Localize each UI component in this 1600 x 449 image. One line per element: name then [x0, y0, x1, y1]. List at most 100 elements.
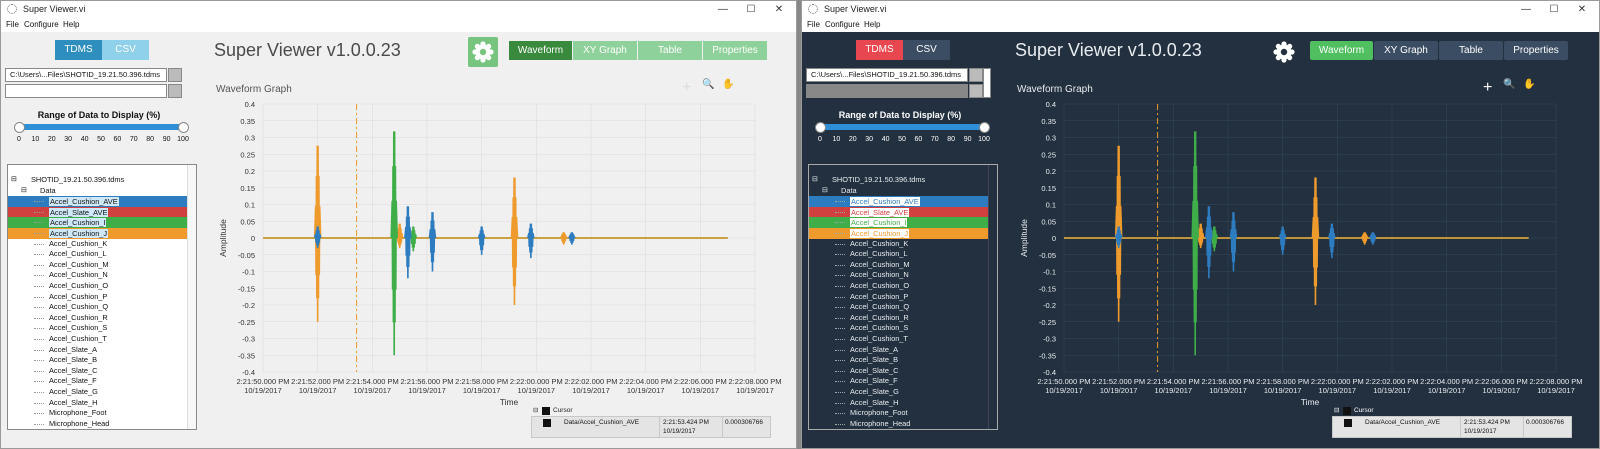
tree-channel-item[interactable]: Accel_Cushion_P — [8, 292, 196, 303]
tree-channel-item[interactable]: Accel_Cushion_I — [8, 217, 196, 228]
maximize-icon[interactable]: ☐ — [738, 2, 764, 18]
tree-group-node[interactable]: ⊟ Data — [809, 186, 997, 197]
tree-channel-item[interactable]: Accel_Slate_C — [809, 366, 997, 377]
tree-channel-item[interactable]: Accel_Slate_F — [8, 376, 196, 387]
tree-channel-item[interactable]: Accel_Cushion_J — [809, 228, 997, 239]
tree-channel-item[interactable]: Accel_Cushion_R — [809, 313, 997, 324]
expand-icon[interactable]: ⊟ — [11, 175, 17, 186]
file-path-field[interactable]: C:\Users\...Files\SHOTID_19.21.50.396.td… — [806, 68, 968, 82]
tree-channel-item[interactable]: Accel_Cushion_S — [809, 323, 997, 334]
cursor-row[interactable]: Data/Accel_Cushion_AVE 2:21:53.424 PM 10/1… — [1332, 416, 1572, 438]
waveform-graph[interactable]: 0.4 0.35 0.3 0.25 0.2 0.15 0.1 0.05 0 -0.05 -0.1 -0… — [201, 99, 781, 407]
range-slider-track[interactable] — [19, 124, 183, 130]
close-icon[interactable]: ✕ — [766, 2, 792, 18]
tab-waveform[interactable]: Waveform — [1310, 41, 1373, 60]
file-path-field-2[interactable] — [806, 84, 968, 98]
tree-channel-item[interactable]: Accel_Cushion_S — [8, 323, 196, 334]
tab-table[interactable]: Table — [1439, 41, 1503, 60]
menu-file[interactable]: File — [807, 20, 820, 29]
tab-waveform[interactable]: Waveform — [509, 41, 572, 60]
tree-channel-item[interactable]: Accel_Cushion_N — [809, 270, 997, 281]
tree-channel-item[interactable]: Accel_Slate_AVE — [809, 206, 997, 218]
file-path-field[interactable]: C:\Users\...Files\SHOTID_19.21.50.396.td… — [5, 68, 167, 82]
folder-browse-icon[interactable] — [969, 68, 983, 82]
crosshair-icon[interactable]: + — [1483, 79, 1492, 97]
pan-icon[interactable]: ✋ — [1523, 79, 1535, 90]
menu-help[interactable]: Help — [63, 20, 79, 29]
tab-properties[interactable]: Properties — [1504, 41, 1568, 60]
pan-icon[interactable]: ✋ — [722, 79, 734, 90]
maximize-icon[interactable]: ☐ — [1541, 2, 1567, 18]
tree-channel-item[interactable]: Accel_Slate_H — [809, 398, 997, 409]
tree-scrollbar[interactable] — [187, 165, 196, 429]
range-slider-track[interactable] — [820, 124, 984, 130]
tree-channel-item[interactable]: Accel_Cushion_L — [8, 249, 196, 260]
tree-channel-item[interactable]: Accel_Cushion_J — [8, 228, 196, 239]
minimize-icon[interactable]: — — [1513, 2, 1539, 18]
tdms-toggle[interactable]: TDMS — [856, 40, 903, 60]
tree-channel-item[interactable]: Accel_Cushion_O — [809, 281, 997, 292]
waveform-graph[interactable]: 0.4 0.35 0.3 0.25 0.2 0.15 0.1 0.05 0 -0.05 -0.1 -0… — [1002, 99, 1582, 407]
tree-channel-item[interactable]: Accel_Slate_G — [8, 387, 196, 398]
expand-icon[interactable]: ⊟ — [1334, 406, 1339, 414]
tree-channel-item[interactable]: Accel_Cushion_M — [809, 260, 997, 271]
menu-configure[interactable]: Configure — [825, 20, 860, 29]
tree-channel-item[interactable]: Accel_Slate_A — [809, 345, 997, 356]
tree-channel-item[interactable]: Accel_Cushion_T — [809, 334, 997, 345]
gear-icon[interactable] — [468, 37, 498, 67]
tdms-toggle[interactable]: TDMS — [55, 40, 102, 60]
tree-channel-item[interactable]: Accel_Cushion_I — [809, 217, 997, 228]
gear-icon[interactable] — [1269, 37, 1299, 67]
tree-channel-item[interactable]: Accel_Cushion_Q — [809, 302, 997, 313]
tree-scrollbar[interactable] — [988, 165, 997, 429]
tree-channel-item[interactable]: Accel_Cushion_K — [8, 239, 196, 250]
range-max-handle[interactable] — [979, 121, 990, 133]
close-icon[interactable]: ✕ — [1569, 2, 1595, 18]
tree-channel-item[interactable]: Microphone_Foot — [8, 408, 196, 419]
menu-help[interactable]: Help — [864, 20, 880, 29]
tab-table[interactable]: Table — [638, 41, 702, 60]
file-path-field-2[interactable] — [5, 84, 167, 98]
tree-channel-item[interactable]: Accel_Cushion_AVE — [809, 196, 997, 207]
cursor-row[interactable]: Data/Accel_Cushion_AVE 2:21:53.424 PM 10/1… — [531, 416, 771, 438]
tree-channel-item[interactable]: Accel_Cushion_T — [8, 334, 196, 345]
tree-channel-item[interactable]: Microphone_Head — [8, 419, 196, 429]
tree-channel-item[interactable]: Accel_Cushion_P — [809, 292, 997, 303]
tree-channel-item[interactable]: Accel_Slate_G — [809, 387, 997, 398]
tree-channel-item[interactable]: Accel_Slate_AVE — [8, 206, 196, 218]
csv-toggle[interactable]: CSV — [903, 40, 950, 60]
range-min-handle[interactable] — [815, 121, 826, 133]
csv-toggle[interactable]: CSV — [102, 40, 149, 60]
tab-properties[interactable]: Properties — [703, 41, 767, 60]
crosshair-icon[interactable]: + — [682, 79, 691, 97]
file-scroll[interactable] — [983, 68, 991, 98]
tree-channel-item[interactable]: Accel_Slate_H — [8, 398, 196, 409]
tree-channel-item[interactable]: Accel_Cushion_M — [8, 260, 196, 271]
tree-channel-item[interactable]: Accel_Cushion_AVE — [8, 196, 196, 207]
expand-icon[interactable]: ⊟ — [822, 186, 828, 197]
tree-channel-item[interactable]: Accel_Cushion_O — [8, 281, 196, 292]
tree-group-node[interactable]: ⊟ Data — [8, 186, 196, 197]
tab-xy-graph[interactable]: XY Graph — [573, 41, 637, 60]
tree-channel-item[interactable]: Accel_Slate_C — [8, 366, 196, 377]
range-max-handle[interactable] — [178, 121, 189, 133]
folder-browse-icon-2[interactable] — [168, 84, 182, 98]
tree-channel-item[interactable]: Accel_Slate_B — [809, 355, 997, 366]
tree-channel-item[interactable]: Microphone_Foot — [809, 408, 997, 419]
expand-icon[interactable]: ⊟ — [812, 175, 818, 186]
tree-channel-item[interactable]: Accel_Cushion_R — [8, 313, 196, 324]
expand-icon[interactable]: ⊟ — [533, 406, 538, 414]
tree-channel-item[interactable]: Accel_Cushion_N — [8, 270, 196, 281]
tree-channel-item[interactable]: Accel_Cushion_L — [809, 249, 997, 260]
menu-configure[interactable]: Configure — [24, 20, 59, 29]
folder-browse-icon[interactable] — [168, 68, 182, 82]
zoom-icon[interactable]: 🔍 — [1503, 79, 1515, 90]
menu-file[interactable]: File — [6, 20, 19, 29]
tree-channel-item[interactable]: Accel_Cushion_K — [809, 239, 997, 250]
tree-file-node[interactable]: ⊟ SHOTID_19.21.50.396.tdms — [809, 175, 997, 186]
zoom-icon[interactable]: 🔍 — [702, 79, 714, 90]
tree-channel-item[interactable]: Microphone_Head — [809, 419, 997, 429]
tree-channel-item[interactable]: Accel_Cushion_Q — [8, 302, 196, 313]
range-min-handle[interactable] — [14, 121, 25, 133]
expand-icon[interactable]: ⊟ — [21, 186, 27, 197]
